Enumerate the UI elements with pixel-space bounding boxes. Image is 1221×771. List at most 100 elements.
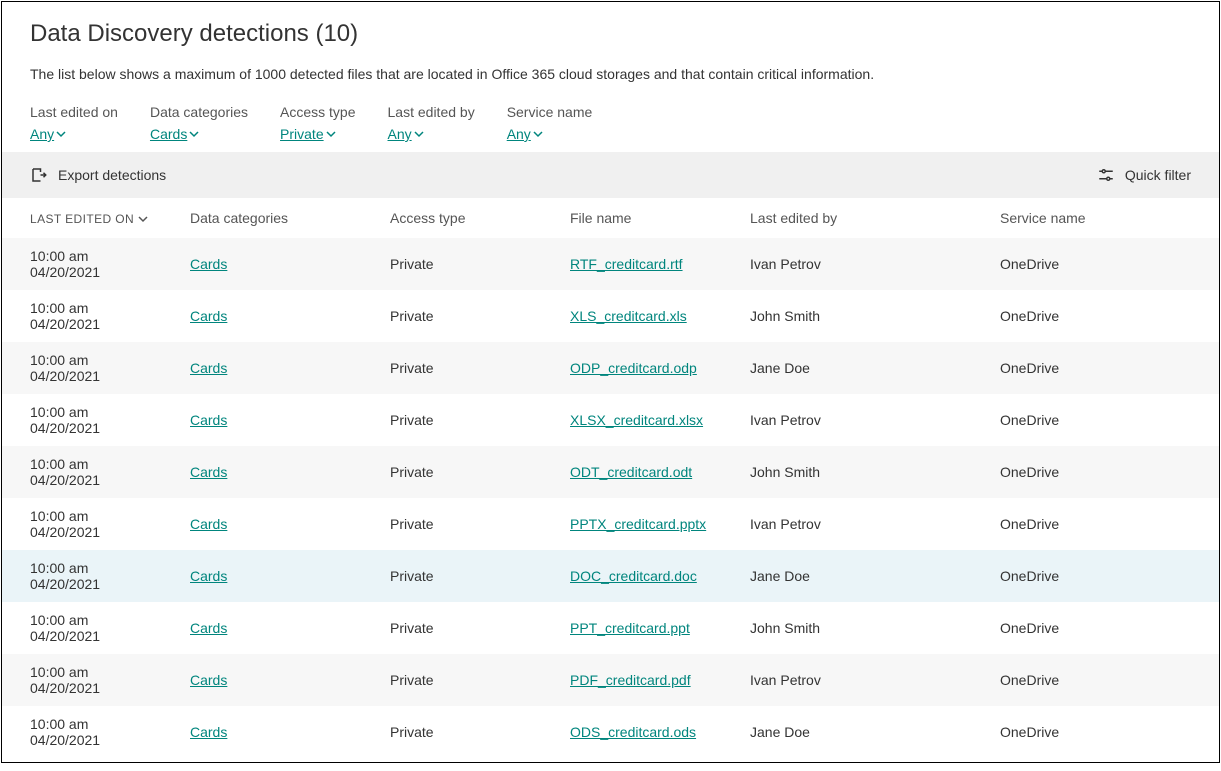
filter-label: Data categories	[150, 104, 248, 120]
filter-dropdown[interactable]: Private	[280, 126, 355, 142]
cell-date: 04/20/2021	[30, 732, 174, 748]
detections-table: LAST EDITED ON Data categories Access ty…	[2, 198, 1219, 758]
cell-category: Cards	[182, 498, 382, 550]
filter-value-text: Private	[280, 126, 324, 142]
col-header-access[interactable]: Access type	[382, 198, 562, 238]
filter-bar: Last edited on Any Data categories Cards A…	[30, 104, 1191, 142]
file-link[interactable]: XLS_creditcard.xls	[570, 308, 687, 324]
filter-label: Last edited by	[388, 104, 475, 120]
cell-time: 10:00 am	[30, 404, 174, 420]
chevron-down-icon	[326, 129, 336, 139]
cell-date: 04/20/2021	[30, 524, 174, 540]
cell-date: 04/20/2021	[30, 368, 174, 384]
cell-editor: John Smith	[742, 446, 992, 498]
file-link[interactable]: ODT_creditcard.odt	[570, 464, 692, 480]
file-link[interactable]: XLSX_creditcard.xlsx	[570, 412, 703, 428]
cell-access: Private	[382, 498, 562, 550]
filter-label: Last edited on	[30, 104, 118, 120]
category-link[interactable]: Cards	[190, 516, 227, 532]
cell-date: 04/20/2021	[30, 264, 174, 280]
export-detections-button[interactable]: Export detections	[30, 166, 166, 184]
file-link[interactable]: PPTX_creditcard.pptx	[570, 516, 706, 532]
table-header-row: LAST EDITED ON Data categories Access ty…	[2, 198, 1219, 238]
header-area: Data Discovery detections (10) The list …	[2, 2, 1219, 152]
category-link[interactable]: Cards	[190, 412, 227, 428]
cell-date: 04/20/2021	[30, 472, 174, 488]
table-row[interactable]: 10:00 am04/20/2021CardsPrivatePPT_credit…	[2, 602, 1219, 654]
cell-category: Cards	[182, 654, 382, 706]
category-link[interactable]: Cards	[190, 308, 227, 324]
cell-service: OneDrive	[992, 394, 1219, 446]
file-link[interactable]: DOC_creditcard.doc	[570, 568, 697, 584]
cell-editor: John Smith	[742, 602, 992, 654]
cell-file: ODS_creditcard.ods	[562, 706, 742, 758]
file-link[interactable]: ODS_creditcard.ods	[570, 724, 696, 740]
category-link[interactable]: Cards	[190, 620, 227, 636]
col-header-service[interactable]: Service name	[992, 198, 1219, 238]
cell-date: 04/20/2021	[30, 680, 174, 696]
col-header-editor[interactable]: Last edited by	[742, 198, 992, 238]
cell-service: OneDrive	[992, 290, 1219, 342]
cell-access: Private	[382, 602, 562, 654]
cell-file: XLS_creditcard.xls	[562, 290, 742, 342]
cell-date: 04/20/2021	[30, 420, 174, 436]
category-link[interactable]: Cards	[190, 256, 227, 272]
category-link[interactable]: Cards	[190, 568, 227, 584]
filter-dropdown[interactable]: Any	[507, 126, 593, 142]
file-link[interactable]: ODP_creditcard.odp	[570, 360, 697, 376]
filter-dropdown[interactable]: Any	[30, 126, 118, 142]
cell-editor: John Smith	[742, 290, 992, 342]
page-container: Data Discovery detections (10) The list …	[1, 1, 1220, 763]
filter-1: Data categories Cards	[150, 104, 248, 142]
col-header-file[interactable]: File name	[562, 198, 742, 238]
table-body: 10:00 am04/20/2021CardsPrivateRTF_credit…	[2, 238, 1219, 758]
cell-time: 10:00 am	[30, 300, 174, 316]
table-row[interactable]: 10:00 am04/20/2021CardsPrivateODP_credit…	[2, 342, 1219, 394]
quick-filter-button[interactable]: Quick filter	[1097, 166, 1191, 184]
filter-label: Service name	[507, 104, 593, 120]
cell-service: OneDrive	[992, 238, 1219, 290]
category-link[interactable]: Cards	[190, 724, 227, 740]
category-link[interactable]: Cards	[190, 672, 227, 688]
cell-service: OneDrive	[992, 498, 1219, 550]
cell-file: RTF_creditcard.rtf	[562, 238, 742, 290]
cell-category: Cards	[182, 290, 382, 342]
category-link[interactable]: Cards	[190, 464, 227, 480]
table-row[interactable]: 10:00 am04/20/2021CardsPrivatePDF_credit…	[2, 654, 1219, 706]
chevron-down-icon	[56, 129, 66, 139]
cell-time: 10:00 am	[30, 664, 174, 680]
cell-last-edited: 10:00 am04/20/2021	[2, 238, 182, 290]
cell-category: Cards	[182, 706, 382, 758]
chevron-down-icon	[189, 129, 199, 139]
cell-time: 10:00 am	[30, 612, 174, 628]
filter-dropdown[interactable]: Any	[388, 126, 475, 142]
cell-time: 10:00 am	[30, 560, 174, 576]
col-header-last-edited[interactable]: LAST EDITED ON	[2, 198, 182, 238]
table-row[interactable]: 10:00 am04/20/2021CardsPrivateXLS_credit…	[2, 290, 1219, 342]
cell-service: OneDrive	[992, 446, 1219, 498]
table-row[interactable]: 10:00 am04/20/2021CardsPrivateXLSX_credi…	[2, 394, 1219, 446]
cell-service: OneDrive	[992, 602, 1219, 654]
cell-category: Cards	[182, 550, 382, 602]
table-row[interactable]: 10:00 am04/20/2021CardsPrivateDOC_credit…	[2, 550, 1219, 602]
category-link[interactable]: Cards	[190, 360, 227, 376]
table-row[interactable]: 10:00 am04/20/2021CardsPrivateODS_credit…	[2, 706, 1219, 758]
file-link[interactable]: RTF_creditcard.rtf	[570, 256, 683, 272]
filter-value-text: Any	[507, 126, 531, 142]
cell-date: 04/20/2021	[30, 316, 174, 332]
filter-value-text: Any	[388, 126, 412, 142]
table-row[interactable]: 10:00 am04/20/2021 Cards Private PPTX_credi…	[2, 498, 1219, 550]
cell-last-edited: 10:00 am04/20/2021	[2, 498, 182, 550]
cell-last-edited: 10:00 am04/20/2021	[2, 342, 182, 394]
cell-category: Cards	[182, 342, 382, 394]
col-header-categories[interactable]: Data categories	[182, 198, 382, 238]
file-link[interactable]: PDF_creditcard.pdf	[570, 672, 691, 688]
table-row[interactable]: 10:00 am04/20/2021CardsPrivateRTF_credit…	[2, 238, 1219, 290]
table-row[interactable]: 10:00 am04/20/2021CardsPrivateODT_credit…	[2, 446, 1219, 498]
filter-value-text: Cards	[150, 126, 187, 142]
filter-0: Last edited on Any	[30, 104, 118, 142]
file-link[interactable]: PPT_creditcard.ppt	[570, 620, 690, 636]
export-label: Export detections	[58, 167, 166, 183]
filter-dropdown[interactable]: Cards	[150, 126, 248, 142]
filter-2: Access typePrivate	[280, 104, 355, 142]
